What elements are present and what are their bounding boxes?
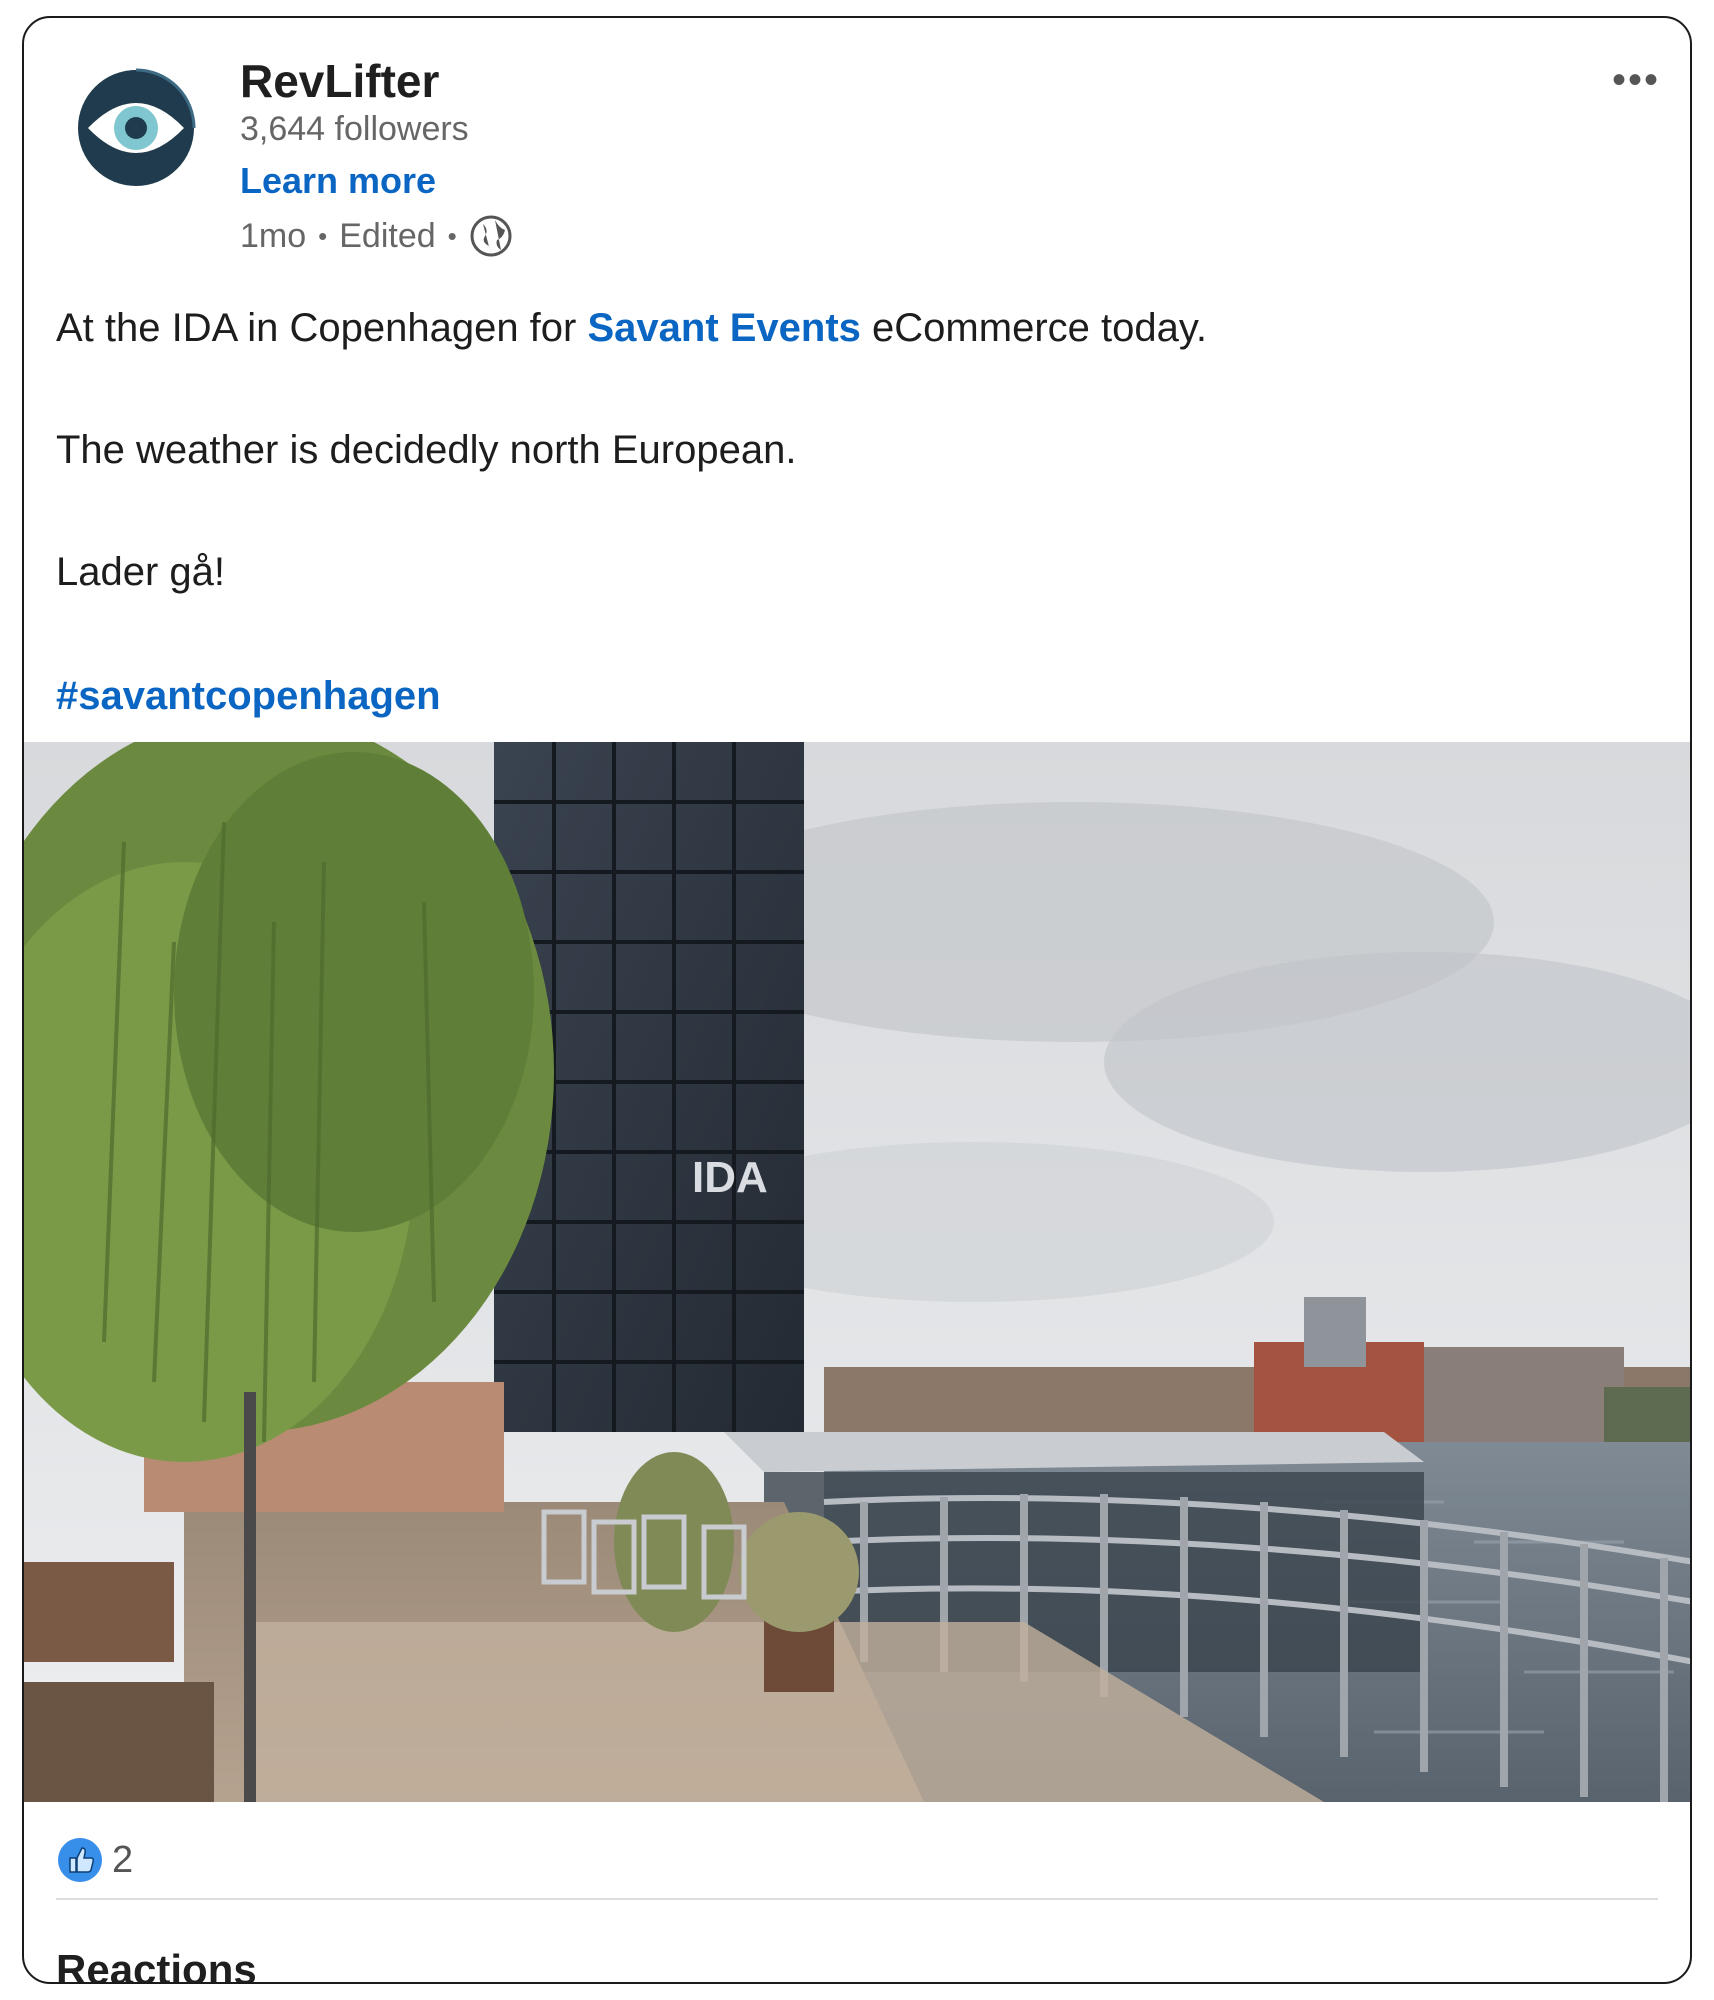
separator-dot: •	[447, 220, 457, 251]
ida-sign: IDA	[692, 1153, 768, 1202]
tab-reactions[interactable]: Reactions	[56, 1946, 257, 1982]
post-line-3: Lader gå!	[56, 550, 226, 594]
edited-label: Edited	[339, 216, 436, 255]
hashtag-link[interactable]: #savantcopenhagen	[56, 674, 1656, 719]
more-options-icon[interactable]: •••	[1612, 58, 1660, 103]
post-text: eCommerce today.	[860, 306, 1207, 350]
post-photo[interactable]: IDA	[24, 712, 1690, 1802]
follower-count: 3,644 followers	[240, 110, 469, 148]
post-line-1: At the IDA in Copenhagen for Savant Even…	[56, 306, 1656, 351]
post-time: 1mo	[240, 216, 307, 255]
reaction-count: 2	[112, 1838, 134, 1881]
separator-dot: •	[318, 220, 328, 251]
company-name[interactable]: RevLifter	[240, 54, 439, 108]
post-text: At the IDA in Copenhagen for	[56, 306, 588, 350]
divider	[56, 1898, 1658, 1900]
post-card: RevLifter 3,644 followers Learn more 1mo…	[22, 16, 1692, 1984]
learn-more-link[interactable]: Learn more	[240, 160, 436, 202]
globe-icon	[469, 214, 513, 258]
post-meta: 1mo • Edited •	[240, 214, 513, 258]
savant-events-link[interactable]: Savant Events	[587, 306, 860, 350]
company-logo[interactable]	[76, 68, 196, 188]
like-reaction-icon	[56, 1836, 104, 1884]
post-line-2: The weather is decidedly north European.	[56, 428, 797, 472]
reaction-summary[interactable]: 2	[56, 1836, 133, 1884]
